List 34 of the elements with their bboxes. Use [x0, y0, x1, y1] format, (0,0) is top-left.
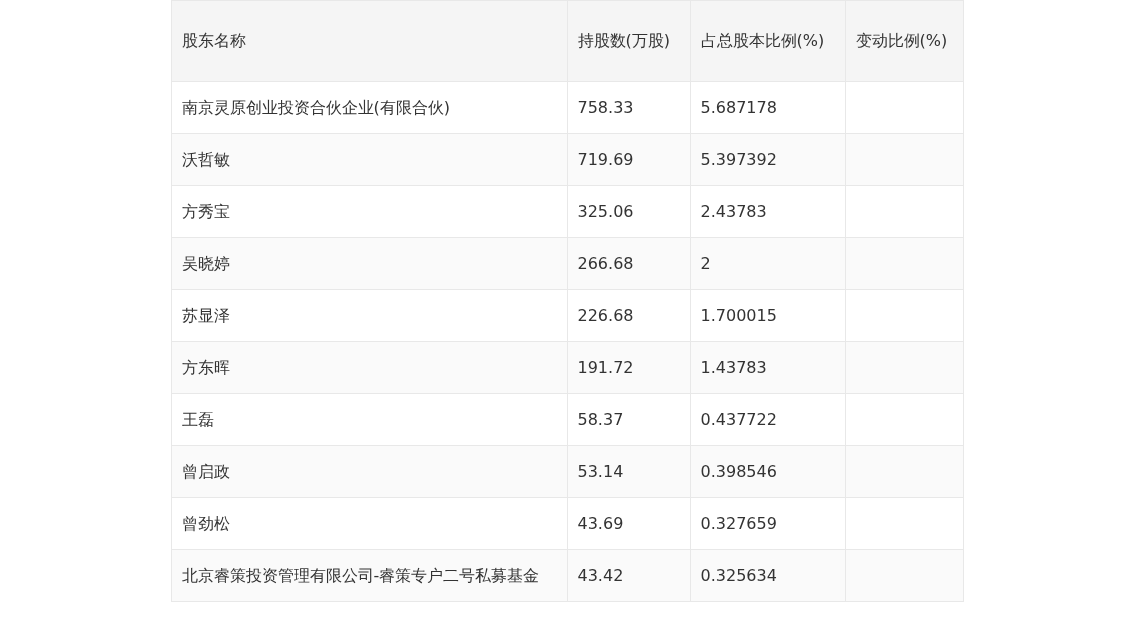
table-cell: 758.33 [567, 81, 690, 134]
table-cell: 266.68 [567, 237, 690, 290]
table-cell: 2 [690, 237, 845, 290]
table-cell: 吴晓婷 [171, 237, 567, 290]
table-cell: 沃哲敏 [171, 133, 567, 186]
table-cell: 2.43783 [690, 185, 845, 238]
table-cell: 苏显泽 [171, 289, 567, 342]
table-cell: 0.398546 [690, 445, 845, 498]
table-cell: 58.37 [567, 393, 690, 446]
table-cell: 0.325634 [690, 549, 845, 602]
column-header: 占总股本比例(%) [690, 0, 845, 82]
table-cell: 43.42 [567, 549, 690, 602]
column-header: 持股数(万股) [567, 0, 690, 82]
table-cell: 226.68 [567, 289, 690, 342]
table-cell: 南京灵原创业投资合伙企业(有限合伙) [171, 81, 567, 134]
table-cell: 5.397392 [690, 133, 845, 186]
table-cell: 王磊 [171, 393, 567, 446]
table-cell: 0.437722 [690, 393, 845, 446]
table-cell: 325.06 [567, 185, 690, 238]
column-header: 股东名称 [171, 0, 567, 82]
column-header: 变动比例(%) [845, 0, 963, 82]
table-cell: 曾劲松 [171, 497, 567, 550]
table-cell: 43.69 [567, 497, 690, 550]
table-cell: 方秀宝 [171, 185, 567, 238]
table-cell: 1.43783 [690, 341, 845, 394]
table-cell: 719.69 [567, 133, 690, 186]
table-cell: 0.327659 [690, 497, 845, 550]
table-cell: 1.700015 [690, 289, 845, 342]
table-cell: 方东晖 [171, 341, 567, 394]
table-cell: 5.687178 [690, 81, 845, 134]
table-cell: 53.14 [567, 445, 690, 498]
table-cell: 北京睿策投资管理有限公司-睿策专户二号私募基金 [171, 549, 567, 602]
table-cell: 曾启政 [171, 445, 567, 498]
table-cell: 191.72 [567, 341, 690, 394]
